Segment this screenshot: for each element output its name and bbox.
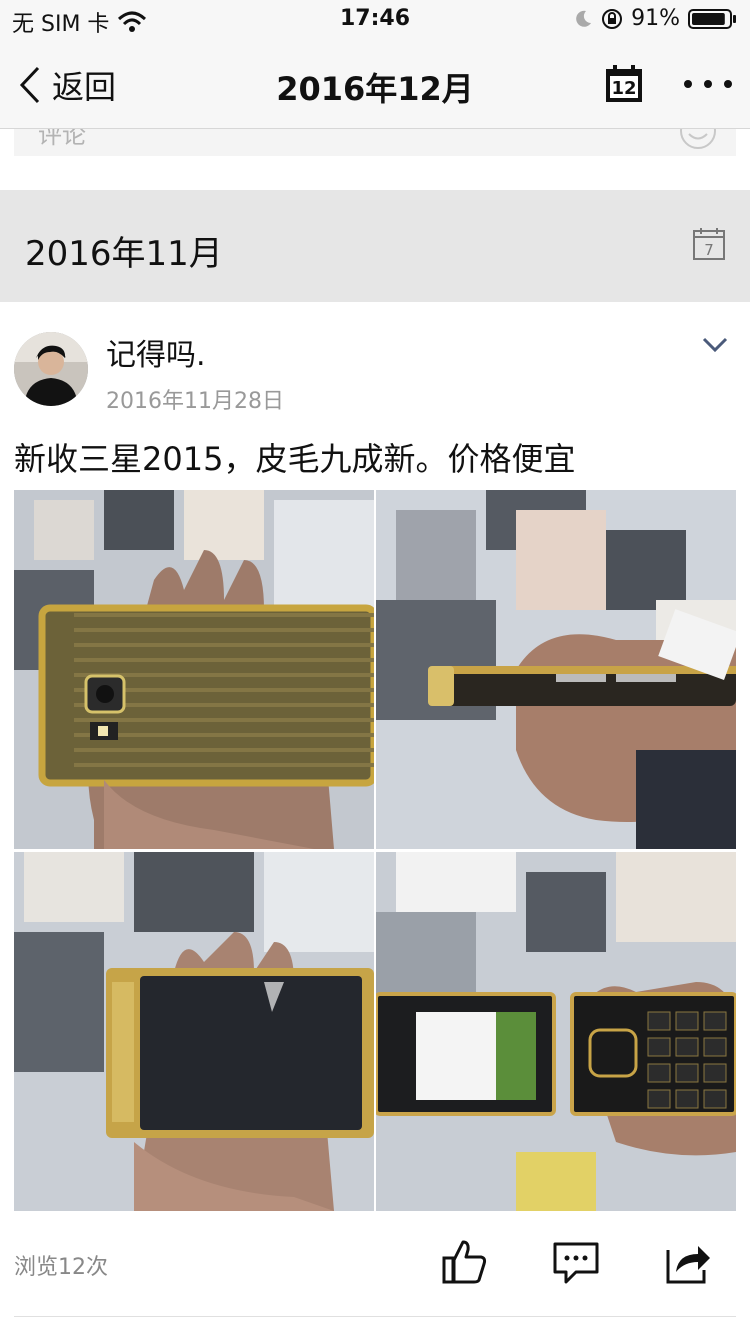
avatar-image <box>14 332 88 406</box>
calendar-day-label: 12 <box>611 78 636 99</box>
calendar-small-day: 7 <box>704 241 714 259</box>
divider <box>14 1316 736 1317</box>
photo-phone-front <box>14 852 374 1211</box>
comment-button[interactable] <box>552 1238 600 1286</box>
photo-phone-open <box>376 852 736 1211</box>
photo-phone-side <box>376 490 736 849</box>
status-right: 91% <box>573 6 736 31</box>
rotation-lock-icon <box>602 8 623 29</box>
like-button[interactable] <box>441 1238 489 1286</box>
prev-comment-bar[interactable]: 评论 <box>14 129 736 156</box>
emoji-icon <box>680 129 716 149</box>
photo-3[interactable] <box>14 852 374 1211</box>
photo-phone-back <box>14 490 374 849</box>
photo-4[interactable] <box>376 852 736 1211</box>
more-dot <box>724 80 732 88</box>
moon-icon <box>576 10 592 27</box>
battery-percent: 91% <box>631 6 680 31</box>
calendar-small-icon[interactable]: 7 <box>693 228 725 260</box>
more-dot <box>704 80 712 88</box>
view-count: 浏览12次 <box>14 1255 108 1280</box>
more-options-button[interactable] <box>684 80 732 90</box>
post-date: 2016年11月28日 <box>106 389 284 414</box>
comment-icon <box>553 1242 599 1284</box>
battery-icon <box>688 8 736 29</box>
author-name[interactable]: 记得吗. <box>106 330 206 374</box>
more-dot <box>684 80 692 88</box>
avatar[interactable] <box>14 332 88 406</box>
chevron-down-icon[interactable] <box>702 336 728 354</box>
photo-1[interactable] <box>14 490 374 849</box>
battery-fill <box>692 12 725 25</box>
calendar-icon: 12 <box>606 65 642 102</box>
comment-placeholder: 评论 <box>38 129 86 149</box>
share-button[interactable] <box>664 1238 712 1286</box>
calendar-button[interactable]: 12 <box>605 65 643 103</box>
photo-2[interactable] <box>376 490 736 849</box>
status-bar: 无 SIM 卡 17:46 91% <box>0 0 750 40</box>
month-title: 2016年11月 <box>25 234 223 274</box>
share-icon <box>666 1246 710 1284</box>
nav-bar: 返回 2016年12月 12 <box>0 40 750 129</box>
thumbs-up-icon <box>442 1240 487 1284</box>
month-header: 2016年11月 7 <box>0 190 750 302</box>
post-text: 新收三星2015，皮毛九成新。价格便宜 <box>14 440 576 478</box>
